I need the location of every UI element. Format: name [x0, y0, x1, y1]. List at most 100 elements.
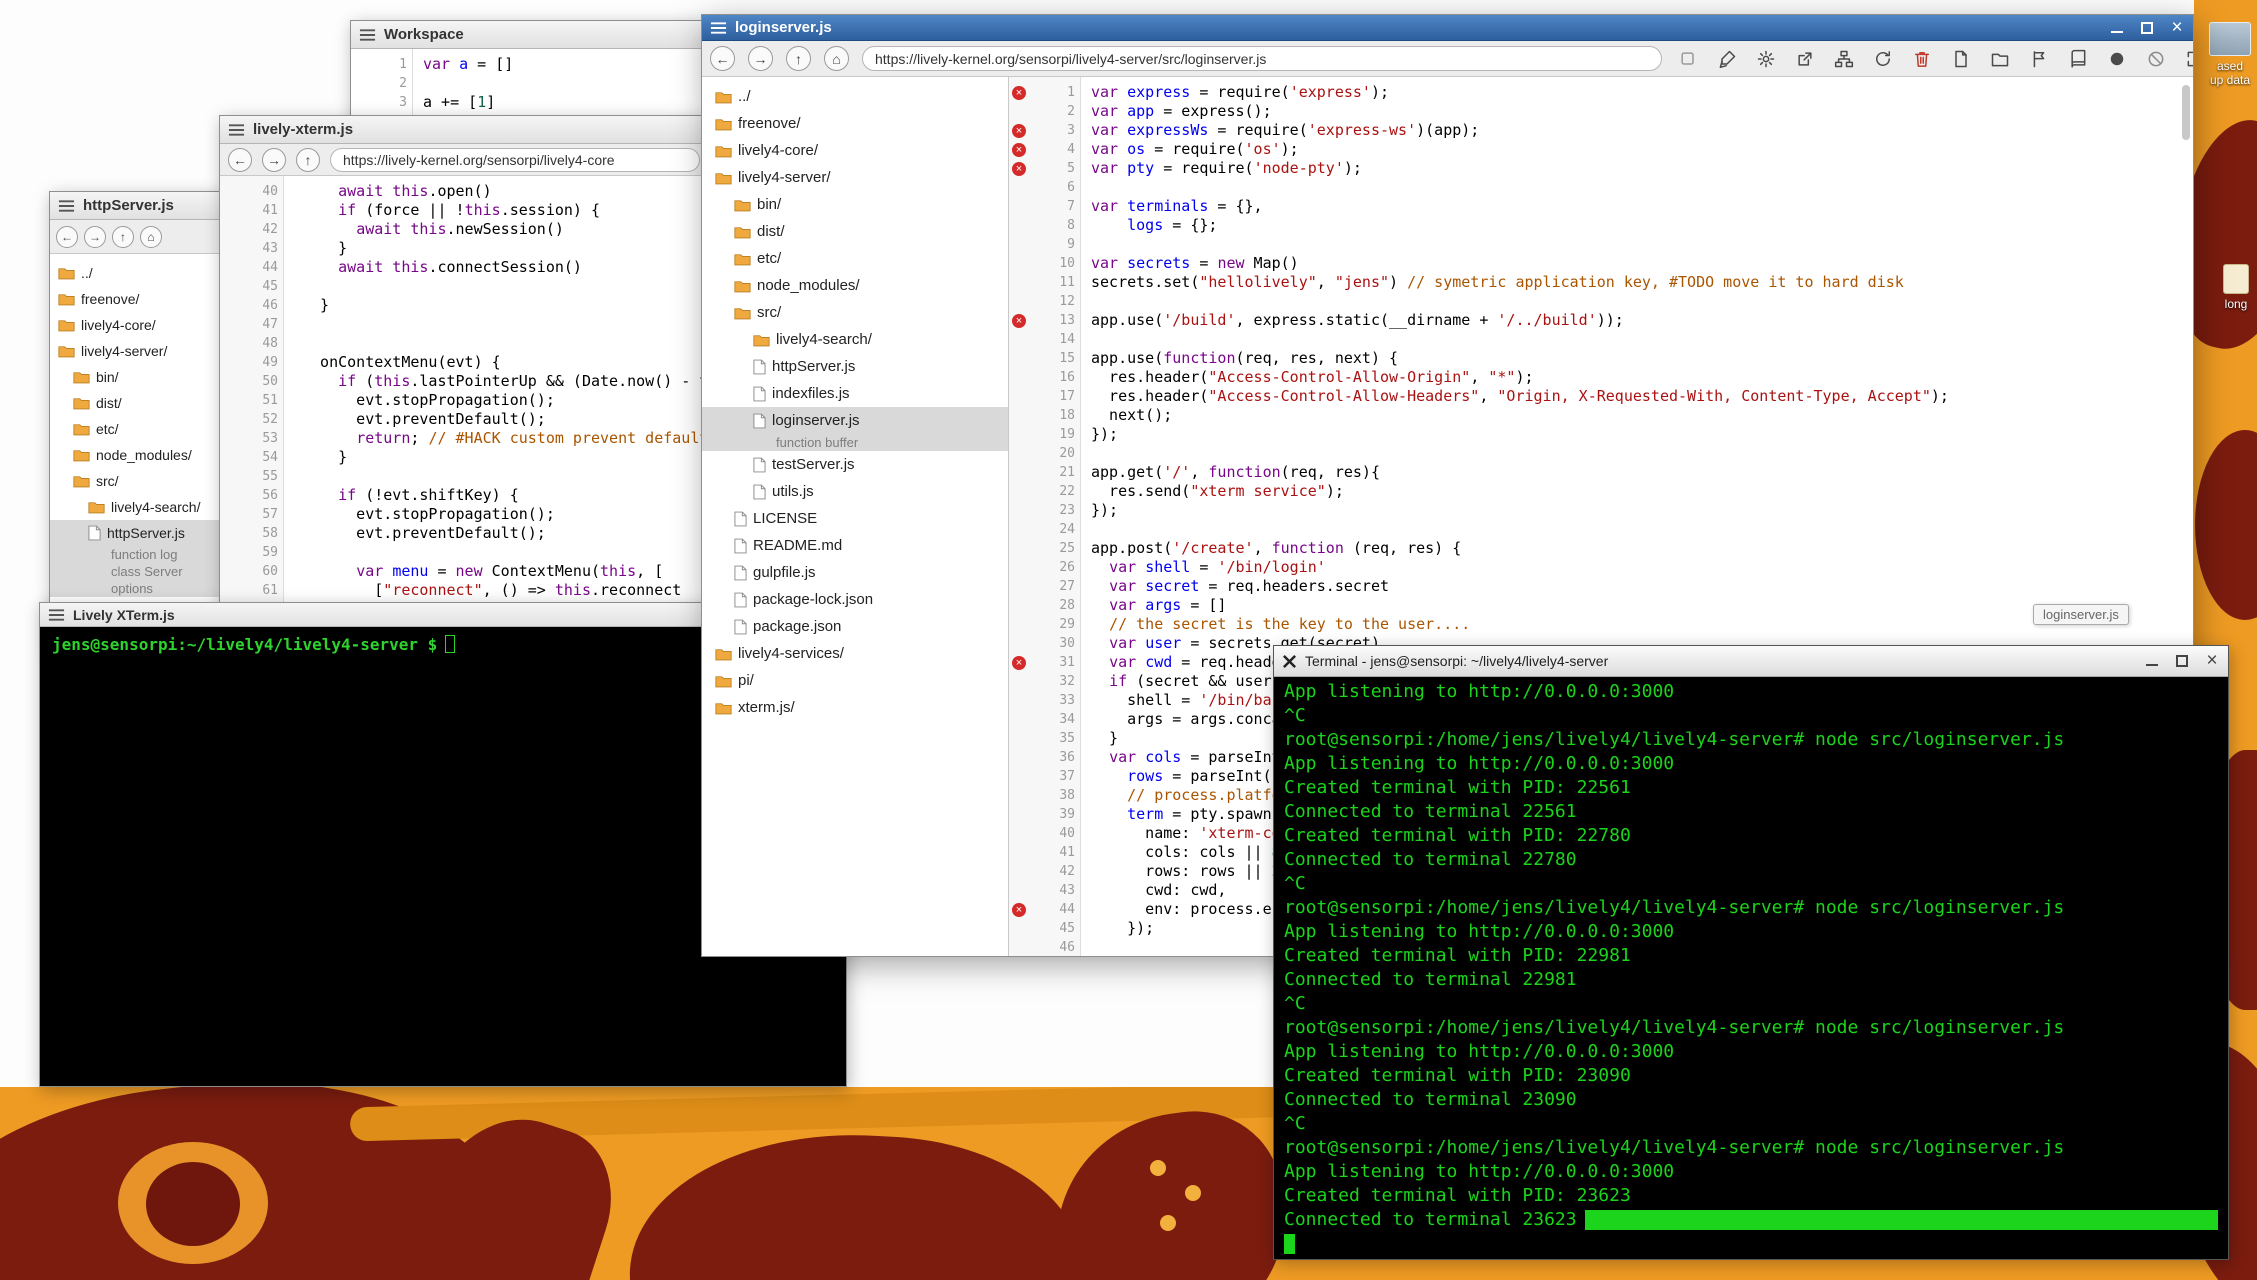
code-line: 40 await this.open() — [220, 182, 708, 201]
tree-item[interactable]: README.md — [702, 532, 1008, 559]
tree-item[interactable]: lively4-core/ — [702, 137, 1008, 164]
forward-icon[interactable]: → — [748, 46, 773, 71]
back-icon[interactable]: ← — [228, 148, 252, 172]
terminal-titlebar[interactable]: Terminal - jens@sensorpi: ~/lively4/live… — [1274, 646, 2228, 677]
back-icon[interactable]: ← — [710, 46, 735, 71]
terminal-line: Connected to terminal 22981 — [1284, 968, 2218, 992]
tree-item-label: freenove/ — [81, 291, 139, 307]
cancel-icon[interactable] — [2143, 46, 2169, 72]
workspace-titlebar[interactable]: Workspace — [351, 21, 705, 49]
tree-item[interactable]: freenove/ — [50, 286, 230, 312]
error-marker-icon[interactable]: × — [1012, 656, 1026, 670]
forward-icon[interactable]: → — [262, 148, 286, 172]
menu-icon[interactable] — [228, 123, 245, 137]
forward-icon[interactable]: → — [84, 226, 106, 248]
tree-item[interactable]: httpServer.jsfunction logclass Serveropt… — [50, 520, 230, 597]
flag-icon[interactable] — [2026, 46, 2052, 72]
tree-item[interactable]: lively4-core/ — [50, 312, 230, 338]
lively-xterm-titlebar[interactable]: lively-xterm.js — [220, 116, 708, 144]
folder-icon[interactable] — [1987, 46, 2013, 72]
checkbox-icon[interactable] — [1675, 46, 1701, 72]
tree-item[interactable]: xterm.js/ — [702, 694, 1008, 721]
file-icon[interactable] — [1948, 46, 1974, 72]
tree-item[interactable]: pi/ — [702, 667, 1008, 694]
tree-item[interactable]: lively4-search/ — [50, 494, 230, 520]
folder-icon — [58, 292, 75, 306]
back-icon[interactable]: ← — [56, 226, 78, 248]
error-marker-icon[interactable]: × — [1012, 143, 1026, 157]
error-marker-icon[interactable]: × — [1012, 124, 1026, 138]
tree-item[interactable]: lively4-search/ — [702, 326, 1008, 353]
loginserver-titlebar[interactable]: loginserver.js — [702, 15, 2193, 41]
trash-icon[interactable] — [1909, 46, 1935, 72]
tree-item[interactable]: lively4-server/ — [50, 338, 230, 364]
close-icon[interactable] — [2169, 21, 2185, 35]
error-marker-icon[interactable]: × — [1012, 314, 1026, 328]
folder-icon — [58, 344, 75, 358]
tree-item[interactable]: bin/ — [50, 364, 230, 390]
editor-scrollbar[interactable] — [2182, 85, 2190, 140]
tree-item[interactable]: indexfiles.js — [702, 380, 1008, 407]
minimize-icon[interactable] — [2109, 21, 2125, 35]
tree-item[interactable]: dist/ — [50, 390, 230, 416]
httpserver-titlebar[interactable]: httpServer.js — [50, 192, 230, 220]
lively-xterm-editor[interactable]: 40 await this.open()41 if (force || !thi… — [220, 176, 708, 634]
menu-icon[interactable] — [58, 199, 75, 213]
terminal-body[interactable]: App listening to http://0.0.0.0:3000^Cro… — [1274, 677, 2228, 1259]
tree-item[interactable]: ../ — [50, 260, 230, 286]
terminal-line: ^C — [1284, 1112, 2218, 1136]
maximize-icon[interactable] — [2139, 21, 2155, 35]
tree-item[interactable]: LICENSE — [702, 505, 1008, 532]
url-input[interactable] — [330, 148, 700, 172]
tree-item[interactable]: package-lock.json — [702, 586, 1008, 613]
maximize-icon[interactable] — [2174, 654, 2190, 668]
tree-item[interactable]: dist/ — [702, 218, 1008, 245]
minimize-icon[interactable] — [2144, 654, 2160, 668]
menu-icon[interactable] — [48, 608, 65, 622]
up-icon[interactable]: ↑ — [296, 148, 320, 172]
tree-item[interactable]: lively4-services/ — [702, 640, 1008, 667]
gear-icon[interactable] — [1753, 46, 1779, 72]
wallpaper-shape — [2195, 430, 2257, 620]
tree-item[interactable]: src/ — [50, 468, 230, 494]
code-line: 17 res.header("Access-Control-Allow-Head… — [1009, 387, 2193, 406]
book-icon[interactable] — [2065, 46, 2091, 72]
close-icon[interactable] — [2204, 654, 2220, 668]
tree-item[interactable]: httpServer.js — [702, 353, 1008, 380]
code-line: 6 — [1009, 178, 2193, 197]
tree-item[interactable]: utils.js — [702, 478, 1008, 505]
url-input[interactable] — [862, 46, 1662, 71]
error-marker-icon[interactable]: × — [1012, 86, 1026, 100]
tree-item[interactable]: loginserver.jsfunction buffer — [702, 407, 1008, 451]
refresh-icon[interactable] — [1870, 46, 1896, 72]
record-icon[interactable] — [2104, 46, 2130, 72]
error-marker-icon[interactable]: × — [1012, 903, 1026, 917]
fullscreen-icon[interactable] — [2182, 46, 2194, 72]
desktop-icon[interactable]: long — [2214, 264, 2257, 311]
home-icon[interactable]: ⌂ — [140, 226, 162, 248]
tree-item[interactable]: package.json — [702, 613, 1008, 640]
tree-item[interactable]: node_modules/ — [50, 442, 230, 468]
menu-icon[interactable] — [359, 28, 376, 42]
up-icon[interactable]: ↑ — [112, 226, 134, 248]
tree-item[interactable]: src/ — [702, 299, 1008, 326]
tree-item[interactable]: testServer.js — [702, 451, 1008, 478]
tree-item[interactable]: node_modules/ — [702, 272, 1008, 299]
desktop-icon[interactable]: ased up data — [2204, 22, 2256, 87]
tree-item[interactable]: etc/ — [50, 416, 230, 442]
open-external-icon[interactable] — [1792, 46, 1818, 72]
menu-icon[interactable] — [710, 21, 727, 35]
tree-item[interactable]: ../ — [702, 83, 1008, 110]
tree-item[interactable]: bin/ — [702, 191, 1008, 218]
tree-item[interactable]: lively4-server/ — [702, 164, 1008, 191]
sitemap-icon[interactable] — [1831, 46, 1857, 72]
error-marker-icon[interactable]: × — [1012, 162, 1026, 176]
folder-icon — [734, 198, 751, 212]
nav-buttons: ← → ↑ — [228, 148, 320, 172]
brush-icon[interactable] — [1714, 46, 1740, 72]
home-icon[interactable]: ⌂ — [824, 46, 849, 71]
up-icon[interactable]: ↑ — [786, 46, 811, 71]
tree-item[interactable]: etc/ — [702, 245, 1008, 272]
tree-item[interactable]: freenove/ — [702, 110, 1008, 137]
tree-item[interactable]: gulpfile.js — [702, 559, 1008, 586]
